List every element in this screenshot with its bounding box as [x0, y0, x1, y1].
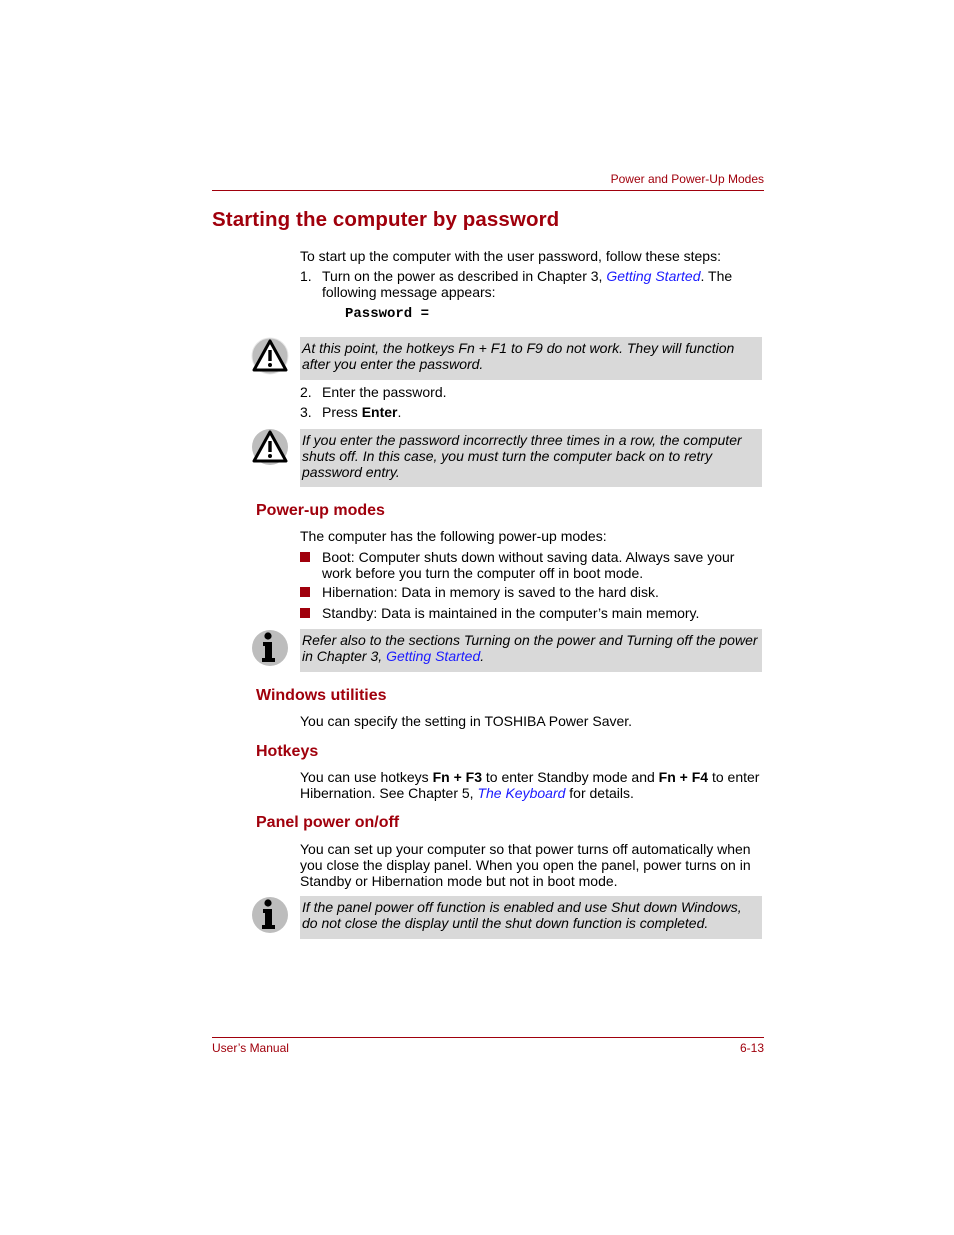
info-note-text: Refer also to the sections Turning on th… [302, 632, 758, 664]
footer-manual-title: User’s Manual [212, 1041, 289, 1055]
step-3-text: Press Enter. [322, 404, 767, 420]
step-3-pre: Press [322, 404, 362, 420]
mode-boot: Boot: Computer shuts down without saving… [322, 549, 735, 581]
hotkey-hibernation: Fn + F4 [658, 769, 709, 785]
page-title: Starting the computer by password [212, 208, 560, 231]
intro-text: To start up the computer with the user p… [300, 248, 721, 264]
caution-note-1: At this point, the hotkeys Fn + F1 to F9… [300, 337, 762, 380]
bullet-icon [300, 552, 310, 562]
info-icon [252, 897, 288, 933]
header-rule [212, 190, 764, 191]
hotkeys-text-2: to enter Standby mode and [481, 769, 659, 785]
hotkeys-text: You can use hotkeys Fn + F3 to enter Sta… [300, 769, 766, 801]
power-up-intro: The computer has the following power-up … [300, 528, 607, 544]
hotkeys-text-1: You can use hotkeys [300, 769, 433, 785]
getting-started-link[interactable]: Getting Started [386, 648, 480, 664]
bullet-icon [300, 608, 310, 618]
step-3-post: . [397, 404, 402, 420]
hotkey-standby: Fn + F3 [432, 769, 482, 785]
heading-power-up-modes: Power-up modes [256, 502, 385, 519]
step-1-text: Turn on the power as described in Chapte… [322, 268, 767, 300]
windows-utilities-text: You can specify the setting in TOSHIBA P… [300, 713, 633, 729]
mode-hibernation: Hibernation: Data in memory is saved to … [322, 584, 659, 600]
warning-icon [252, 429, 288, 465]
manual-page: Power and Power-Up Modes Starting the co… [0, 0, 954, 1235]
caution-note-2: If you enter the password incorrectly th… [300, 429, 762, 487]
step-2-text: Enter the password. [322, 384, 447, 400]
page-number: 6-13 [739, 1041, 764, 1055]
hotkeys-text-4: for details. [565, 785, 634, 801]
info-icon [252, 630, 288, 666]
footer-rule [212, 1037, 764, 1038]
getting-started-link[interactable]: Getting Started [606, 268, 700, 284]
panel-power-text: You can set up your computer so that pow… [300, 841, 751, 889]
step-1-number: 1. [300, 268, 312, 284]
heading-windows-utilities: Windows utilities [256, 687, 387, 704]
info-note-post: . [480, 648, 485, 664]
the-keyboard-link[interactable]: The Keyboard [477, 785, 565, 801]
running-header: Power and Power-Up Modes [610, 172, 764, 186]
mode-standby: Standby: Data is maintained in the compu… [322, 605, 700, 621]
password-prompt: Password = [345, 306, 430, 322]
step-3-number: 3. [300, 404, 312, 420]
step-2-number: 2. [300, 384, 312, 400]
warning-icon [251, 337, 289, 375]
heading-hotkeys: Hotkeys [256, 743, 319, 760]
bullet-icon [300, 587, 310, 597]
info-note-power-up: Refer also to the sections Turning on th… [300, 629, 762, 672]
step-1-pre: Turn on the power as described in Chapte… [322, 268, 607, 284]
enter-key-label: Enter [361, 404, 398, 420]
info-note-panel-power: If the panel power off function is enabl… [300, 896, 762, 939]
heading-panel-power: Panel power on/off [256, 814, 400, 831]
